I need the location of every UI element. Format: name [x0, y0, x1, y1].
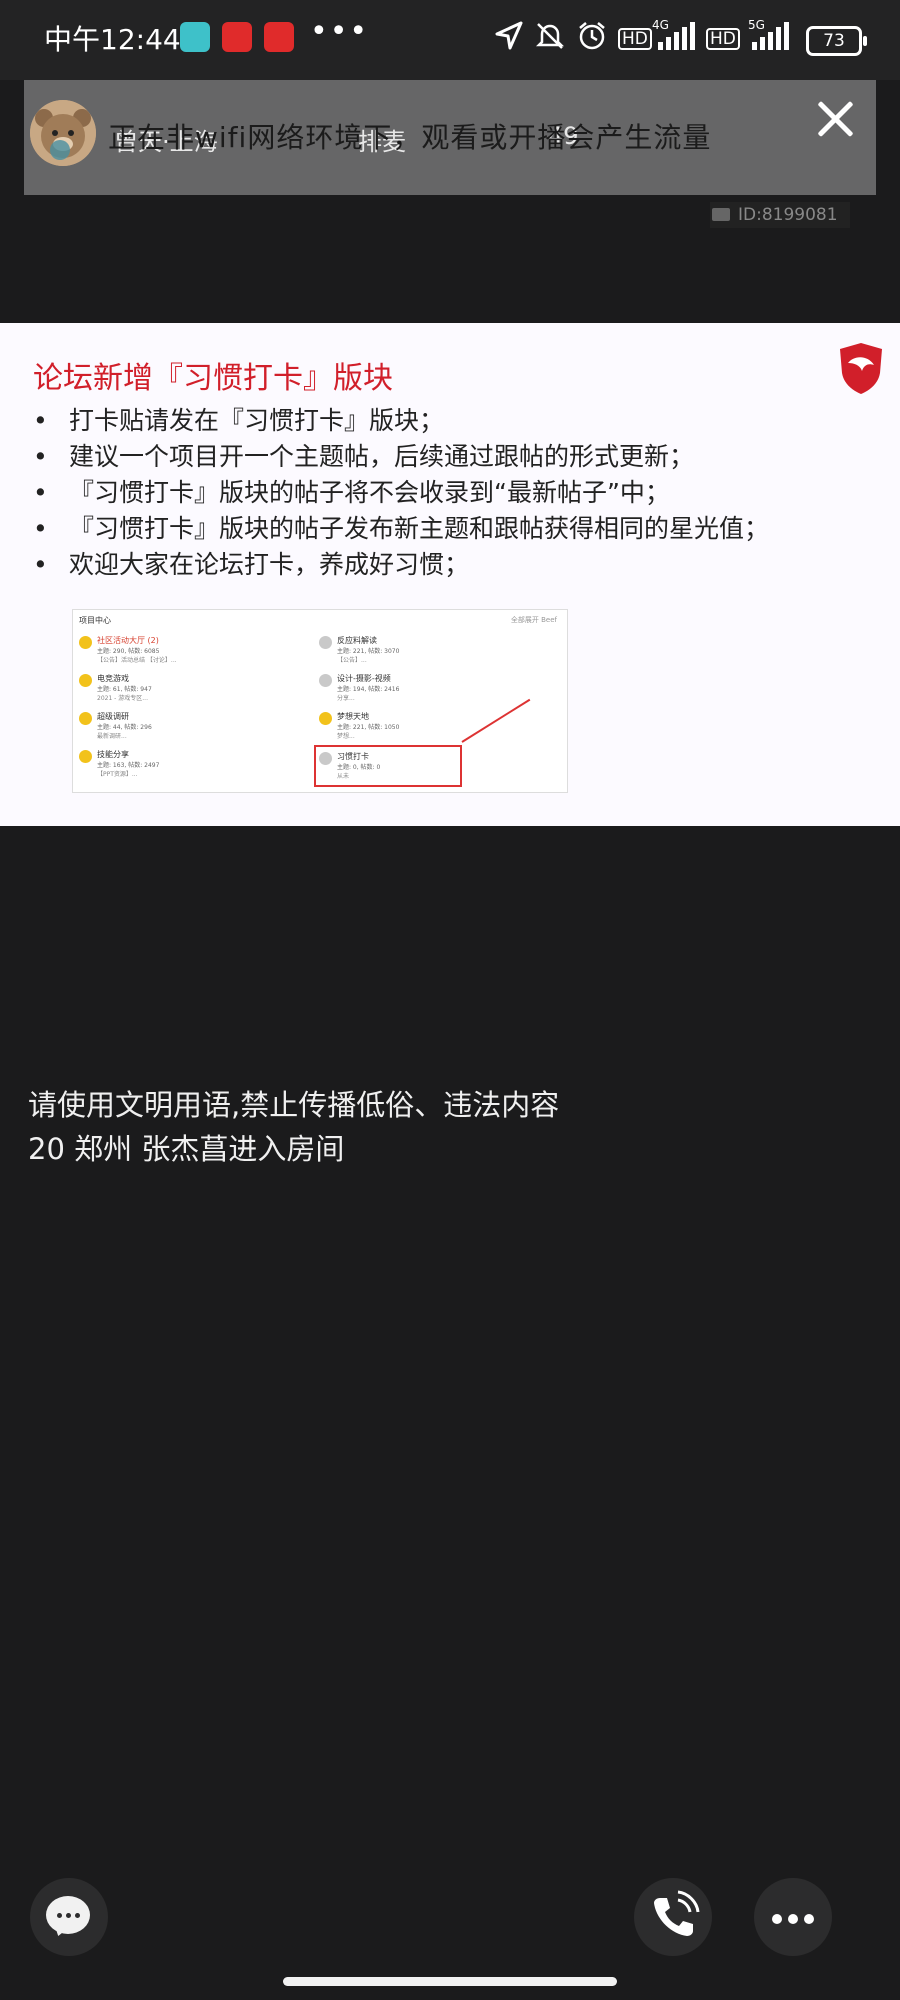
- dot: [57, 1913, 62, 1918]
- forum-item-latest: 最新调研...: [97, 733, 127, 740]
- screenshot-header: 项目中心: [79, 616, 111, 625]
- forum-item-latest: 2021 - 游戏专区...: [97, 695, 148, 702]
- network-notice: 正在非wifi网络环境下，观看或开播会产生流量: [108, 121, 712, 154]
- forum-item-latest: 梦想...: [337, 733, 355, 740]
- forum-item: 社区活动大厅 (2) 主题: 290, 帖数: 6085 【公告】活动总结 【讨…: [79, 634, 279, 668]
- bullet-item: 打卡贴请发在『习惯打卡』版块；: [33, 403, 873, 439]
- forum-dot-icon: [79, 750, 92, 763]
- more-icon: [788, 1914, 798, 1924]
- forum-item-latest: 【公告】活动总结 【讨论】...: [97, 657, 177, 664]
- chat-area: 请使用文明用语,禁止传播低俗、违法内容 20 郑州 张杰菖进入房间: [28, 1083, 559, 1171]
- forum-dot-icon: [79, 674, 92, 687]
- forum-item: 梦想天地 主题: 221, 帖数: 1050 梦想...: [319, 710, 519, 744]
- forum-item-stats: 主题: 61, 帖数: 947: [97, 686, 152, 693]
- hd-badge: HD: [618, 28, 652, 50]
- forum-item-name: 梦想天地: [337, 712, 369, 721]
- mute-icon: [535, 23, 565, 49]
- room-id: ID:8199081: [738, 205, 838, 225]
- forum-item: 超级调研 主题: 44, 帖数: 296 最新调研...: [79, 710, 279, 744]
- navigation-app-icon: [180, 22, 210, 52]
- forum-item: 反应料解读 主题: 221, 帖数: 3070 【公告】...: [319, 634, 519, 668]
- forum-item-name: 电竞游戏: [97, 674, 129, 683]
- forum-item-stats: 主题: 163, 帖数: 2497: [97, 762, 160, 769]
- signal-icon: [752, 22, 789, 50]
- dot: [66, 1913, 71, 1918]
- bullet-item: 『习惯打卡』版块的帖子将不会收录到“最新帖子”中；: [33, 475, 873, 511]
- forum-item-name: 反应料解读: [337, 636, 377, 645]
- location-icon: [495, 21, 523, 50]
- more-button[interactable]: [754, 1878, 832, 1956]
- highlight-box: [314, 745, 462, 787]
- forum-item-latest: 分享...: [337, 695, 355, 702]
- shared-slide: 论坛新增『习惯打卡』版块 打卡贴请发在『习惯打卡』版块； 建议一个项目开一个主题…: [0, 323, 900, 826]
- status-more-dots: •••: [310, 14, 370, 49]
- forum-item-latest: 【公告】...: [337, 657, 367, 664]
- system-message: 请使用文明用语,禁止传播低俗、违法内容: [28, 1088, 560, 1122]
- more-icon: [772, 1914, 782, 1924]
- signal-icon: [658, 22, 695, 50]
- alarm-icon: [579, 22, 605, 50]
- bullet-item: 建议一个项目开一个主题帖，后续通过跟帖的形式更新；: [33, 439, 873, 475]
- bullet-item: 欢迎大家在论坛打卡，养成好习惯；: [33, 547, 873, 583]
- forum-item-name: 技能分享: [97, 750, 129, 759]
- forum-item-stats: 主题: 194, 帖数: 2416: [337, 686, 400, 693]
- shield-logo-icon: [840, 343, 882, 394]
- forum-item-latest: 【PPT资源】...: [97, 771, 138, 778]
- close-button[interactable]: [810, 94, 860, 144]
- home-indicator[interactable]: [283, 1977, 617, 1986]
- app-badge-icon: [264, 22, 294, 52]
- forum-dot-icon: [319, 674, 332, 687]
- forum-dot-icon: [79, 712, 92, 725]
- bear-avatar-icon: [30, 100, 96, 166]
- entry-message: 20 郑州 张杰菖进入房间: [28, 1132, 345, 1166]
- forum-item-stats: 主题: 221, 帖数: 3070: [337, 648, 400, 655]
- slide-bullets: 打卡贴请发在『习惯打卡』版块； 建议一个项目开一个主题帖，后续通过跟帖的形式更新…: [33, 403, 873, 583]
- phone-call-icon: [654, 1890, 700, 1936]
- battery-indicator: 73: [806, 26, 867, 56]
- chat-button[interactable]: [30, 1878, 108, 1956]
- video-camera-icon: [712, 208, 730, 221]
- forum-item-name: 超级调研: [97, 712, 129, 721]
- hd-badge: HD: [706, 28, 740, 50]
- forum-item: 技能分享 主题: 163, 帖数: 2497 【PPT资源】...: [79, 748, 279, 782]
- forum-item-stats: 主题: 290, 帖数: 6085: [97, 648, 160, 655]
- forum-item: 设计-摄影-视频 主题: 194, 帖数: 2416 分享...: [319, 672, 519, 706]
- slide-title: 论坛新增『习惯打卡』版块: [33, 361, 393, 396]
- more-icon: [804, 1914, 814, 1924]
- forum-item: 电竞游戏 主题: 61, 帖数: 947 2021 - 游戏专区...: [79, 672, 279, 706]
- status-bar: 中午12:44 ••• HD 4G HD 5G 73: [0, 0, 900, 80]
- live-header: 曾天·上海 排麦 49 正在非wifi网络环境下，观看或开播会产生流量: [24, 80, 876, 195]
- status-time: 中午12:44: [44, 23, 181, 56]
- dot: [75, 1913, 80, 1918]
- forum-dot-icon: [319, 636, 332, 649]
- forum-dot-icon: [79, 636, 92, 649]
- room-id-badge: ID:8199081: [710, 202, 850, 228]
- forum-item-stats: 主题: 44, 帖数: 296: [97, 724, 152, 731]
- screenshot-header-right: 全部展开 Beef: [510, 616, 557, 624]
- bullet-item: 『习惯打卡』版块的帖子发布新主题和跟帖获得相同的星光值；: [33, 511, 873, 547]
- forum-item-stats: 主题: 221, 帖数: 1050: [337, 724, 400, 731]
- forum-item-name: 社区活动大厅 (2): [97, 636, 159, 645]
- app-badge-icon: [222, 22, 252, 52]
- forum-item-name: 设计-摄影-视频: [337, 674, 391, 683]
- voice-call-button[interactable]: [634, 1878, 712, 1956]
- forum-dot-icon: [319, 712, 332, 725]
- host-avatar[interactable]: [30, 100, 96, 166]
